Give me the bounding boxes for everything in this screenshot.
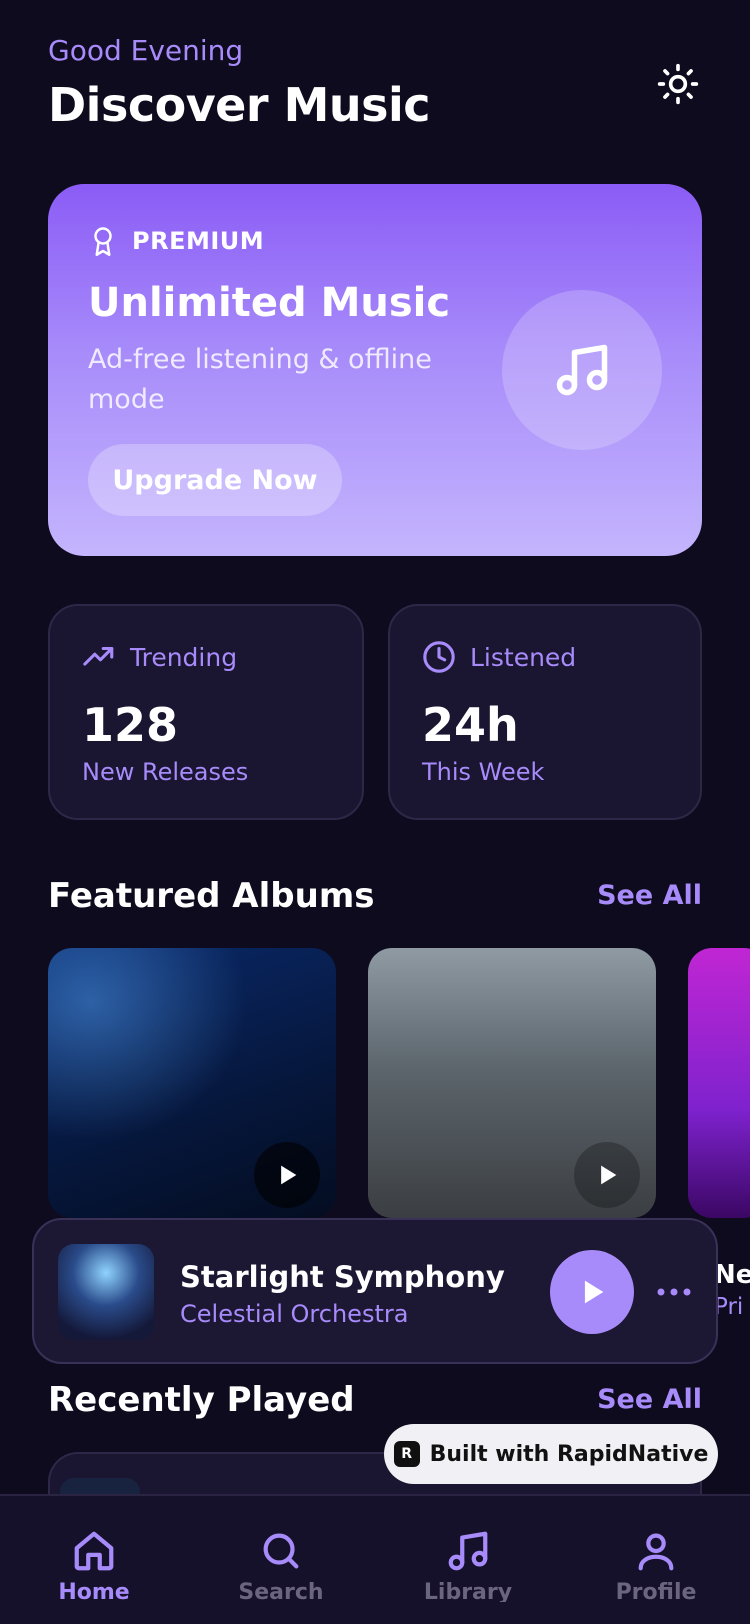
- rapidnative-logo-icon: R: [393, 1441, 420, 1467]
- upgrade-now-button[interactable]: Upgrade Now: [88, 444, 342, 516]
- tab-profile[interactable]: Profile: [586, 1528, 726, 1602]
- featured-albums-heading: Featured Albums: [48, 876, 375, 916]
- album-card[interactable]: [688, 948, 750, 1218]
- music-note-icon: [556, 344, 608, 396]
- award-icon: [94, 227, 112, 256]
- now-playing-title: Starlight Symphony: [180, 1260, 505, 1294]
- clock-icon: [423, 641, 455, 673]
- stat-value: 128: [82, 698, 179, 752]
- play-icon: [601, 1165, 617, 1185]
- search-icon: [263, 1533, 299, 1569]
- stat-card-trending: Trending 128 New Releases: [48, 604, 364, 820]
- stat-label: Trending: [130, 642, 238, 672]
- album-card[interactable]: [368, 948, 656, 1218]
- premium-title: Unlimited Music: [88, 280, 451, 326]
- home-icon: [74, 1531, 114, 1571]
- stat-value: 24h: [422, 698, 519, 752]
- stat-label: Listened: [470, 642, 577, 672]
- page-title: Discover Music: [48, 78, 431, 132]
- peek-album-title: Neo: [714, 1260, 750, 1290]
- stat-sub: This Week: [422, 758, 545, 786]
- tab-label: Search: [238, 1580, 324, 1602]
- play-icon: [584, 1280, 604, 1304]
- stat-header: Trending: [82, 640, 237, 674]
- tab-home[interactable]: Home: [24, 1528, 164, 1602]
- stat-card-listened: Listened 24h This Week: [388, 604, 702, 820]
- recently-played-heading: Recently Played: [48, 1380, 355, 1420]
- music-badge: [502, 290, 662, 450]
- bottom-tab-bar: Home Search Library Profile: [0, 1494, 750, 1624]
- tab-label: Library: [423, 1580, 513, 1602]
- now-playing-bar[interactable]: Starlight Symphony Celestial Orchestra: [32, 1218, 718, 1364]
- now-playing-play-button[interactable]: [550, 1250, 634, 1334]
- premium-label: PREMIUM: [132, 227, 265, 255]
- now-playing-artwork: [58, 1244, 154, 1340]
- album-card[interactable]: [48, 948, 336, 1218]
- theme-toggle-button[interactable]: [652, 58, 704, 110]
- now-playing-artist: Celestial Orchestra: [180, 1300, 409, 1328]
- tab-label: Profile: [615, 1580, 697, 1602]
- album-play-button[interactable]: [574, 1142, 640, 1208]
- built-with-label: Built with RapidNative: [429, 1441, 709, 1467]
- stat-sub: New Releases: [82, 758, 249, 786]
- more-options-button[interactable]: [654, 1272, 694, 1312]
- sun-icon: [657, 63, 699, 105]
- more-horizontal-icon: [657, 1288, 691, 1296]
- tab-search[interactable]: Search: [211, 1528, 351, 1602]
- featured-see-all-link[interactable]: See All: [597, 880, 702, 911]
- stat-header: Listened: [422, 640, 576, 674]
- recent-see-all-link[interactable]: See All: [597, 1384, 702, 1415]
- album-play-button[interactable]: [254, 1142, 320, 1208]
- trending-up-icon: [83, 646, 114, 666]
- premium-subtitle: Ad-free listening & offline mode: [88, 344, 432, 415]
- peek-album-artist: Pri: [714, 1294, 744, 1320]
- premium-badge: PREMIUM: [88, 224, 264, 258]
- greeting: Good Evening: [48, 34, 244, 67]
- user-icon: [638, 1533, 674, 1571]
- tab-library[interactable]: Library: [398, 1528, 538, 1602]
- play-icon: [281, 1165, 297, 1185]
- tab-label: Home: [58, 1580, 130, 1602]
- music-note-icon: [448, 1531, 488, 1571]
- built-with-badge[interactable]: R Built with RapidNative: [384, 1424, 718, 1484]
- premium-card: PREMIUM Unlimited Music Ad-free listenin…: [48, 184, 702, 556]
